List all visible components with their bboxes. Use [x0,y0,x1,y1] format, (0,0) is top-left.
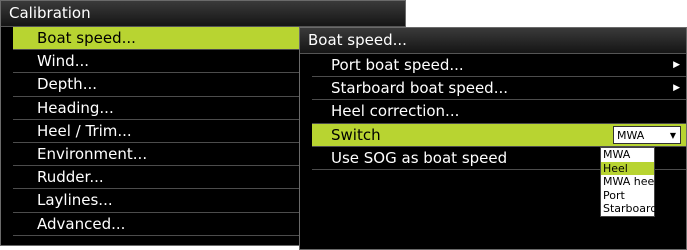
menu-item-label: Switch [331,125,381,144]
chevron-right-icon: ▶ [673,83,680,94]
menu-item-label: Port boat speed... [331,56,464,74]
menu-item-heel-correction[interactable]: Heel correction... [312,100,686,124]
menu-item-switch[interactable]: Switch MWA ▼ [312,123,686,147]
option-mwa-heel[interactable]: MWA heel [601,175,657,189]
menu-item-starboard-boat-speed[interactable]: Starboard boat speed... ▶ [312,77,686,101]
chevron-right-icon: ▶ [673,60,680,70]
option-heel[interactable]: Heel [601,161,654,176]
menu-item-label: Starboard boat speed... [331,79,509,98]
switch-select[interactable]: MWA ▼ [613,125,681,144]
switch-options-list: MWA Heel MWA heel Port Starboard [600,147,657,217]
option-starboard[interactable]: Starboard [601,202,657,216]
option-mwa[interactable]: MWA [601,148,654,162]
switch-value: MWA [617,128,645,142]
panel-title: Calibration [1,1,405,27]
panel-title: Boat speed... [300,28,686,54]
option-port[interactable]: Port [601,189,654,203]
chevron-down-icon: ▼ [669,130,676,140]
menu-item-port-boat-speed[interactable]: Port boat speed... ▶ [312,54,686,78]
